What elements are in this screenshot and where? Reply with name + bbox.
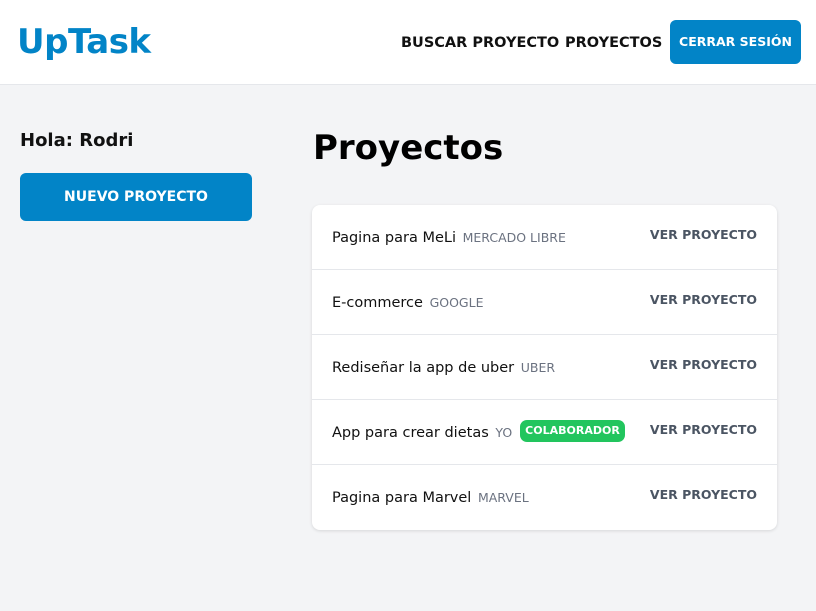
project-title: Pagina para Marvel MARVEL bbox=[332, 465, 529, 530]
project-name: Pagina para MeLi bbox=[332, 230, 456, 246]
collaborator-badge: COLABORADOR bbox=[520, 420, 625, 442]
page-title: Proyectos bbox=[313, 128, 504, 168]
project-row: E-commerce GOOGLE VER PROYECTO bbox=[312, 270, 777, 335]
user-greeting: Hola: Rodri bbox=[20, 130, 134, 151]
view-project-link[interactable]: VER PROYECTO bbox=[650, 205, 757, 265]
search-project-link[interactable]: BUSCAR PROYECTO bbox=[401, 33, 559, 53]
project-client: MARVEL bbox=[477, 490, 529, 505]
project-title: Rediseñar la app de uber UBER bbox=[332, 335, 555, 400]
project-client: MERCADO LIBRE bbox=[462, 230, 566, 245]
project-title: Pagina para MeLi MERCADO LIBRE bbox=[332, 205, 566, 270]
project-title: E-commerce GOOGLE bbox=[332, 270, 483, 335]
project-row: Pagina para MeLi MERCADO LIBRE VER PROYE… bbox=[312, 205, 777, 270]
project-row: Pagina para Marvel MARVEL VER PROYECTO bbox=[312, 465, 777, 530]
projects-link[interactable]: PROYECTOS bbox=[565, 33, 662, 53]
view-project-link[interactable]: VER PROYECTO bbox=[650, 465, 757, 525]
view-project-link[interactable]: VER PROYECTO bbox=[650, 335, 757, 395]
project-client: GOOGLE bbox=[429, 295, 484, 310]
view-project-link[interactable]: VER PROYECTO bbox=[650, 400, 757, 460]
project-name: App para crear dietas bbox=[332, 425, 489, 441]
project-row: App para crear dietas YO COLABORADOR VER … bbox=[312, 400, 777, 465]
new-project-button[interactable]: NUEVO PROYECTO bbox=[20, 173, 252, 221]
project-name: Rediseñar la app de uber bbox=[332, 360, 515, 376]
project-title: App para crear dietas YO COLABORADOR bbox=[332, 400, 625, 465]
app-logo: UpTask bbox=[17, 22, 151, 62]
project-name: E-commerce bbox=[332, 295, 423, 311]
view-project-link[interactable]: VER PROYECTO bbox=[650, 270, 757, 330]
project-row: Rediseñar la app de uber UBER VER PROYEC… bbox=[312, 335, 777, 400]
top-header: UpTask BUSCAR PROYECTO PROYECTOS CERRAR … bbox=[0, 0, 816, 85]
project-list: Pagina para MeLi MERCADO LIBRE VER PROYE… bbox=[312, 205, 777, 530]
logout-button[interactable]: CERRAR SESIÓN bbox=[670, 20, 801, 64]
project-client: YO bbox=[495, 425, 513, 440]
project-name: Pagina para Marvel bbox=[332, 490, 472, 506]
project-client: UBER bbox=[520, 360, 556, 375]
